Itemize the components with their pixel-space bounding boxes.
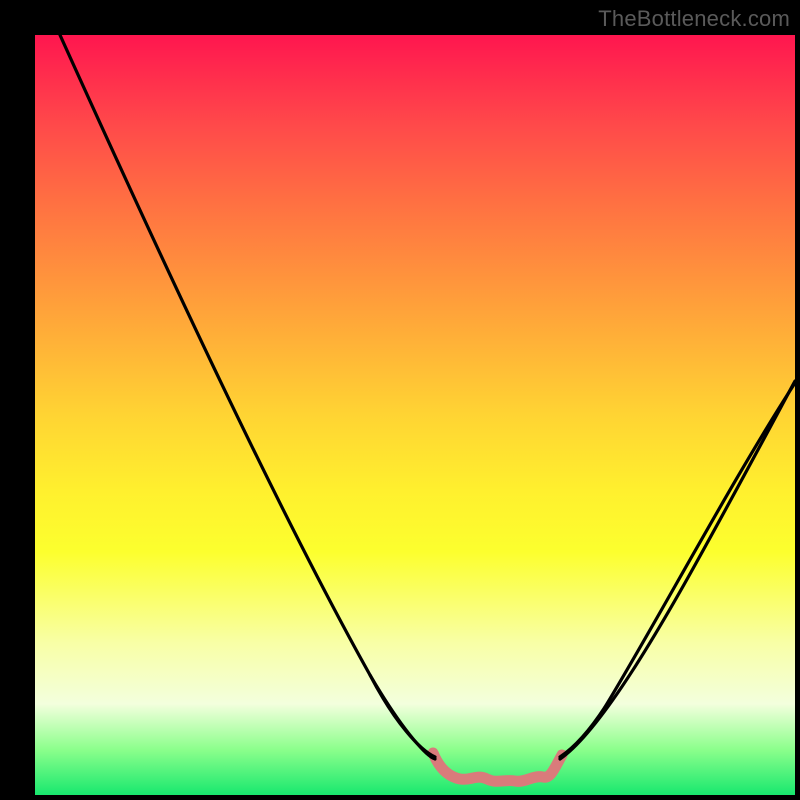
- bottleneck-curve: [60, 35, 795, 759]
- plot-area: [35, 35, 795, 795]
- curve-left-tail: [370, 675, 435, 757]
- chart-frame: TheBottleneck.com: [0, 0, 800, 800]
- chart-svg: [35, 35, 795, 795]
- curve-right-branch: [605, 383, 795, 707]
- watermark-text: TheBottleneck.com: [598, 6, 790, 32]
- optimal-zone-highlight: [433, 753, 562, 781]
- curve-right-tail: [560, 707, 605, 757]
